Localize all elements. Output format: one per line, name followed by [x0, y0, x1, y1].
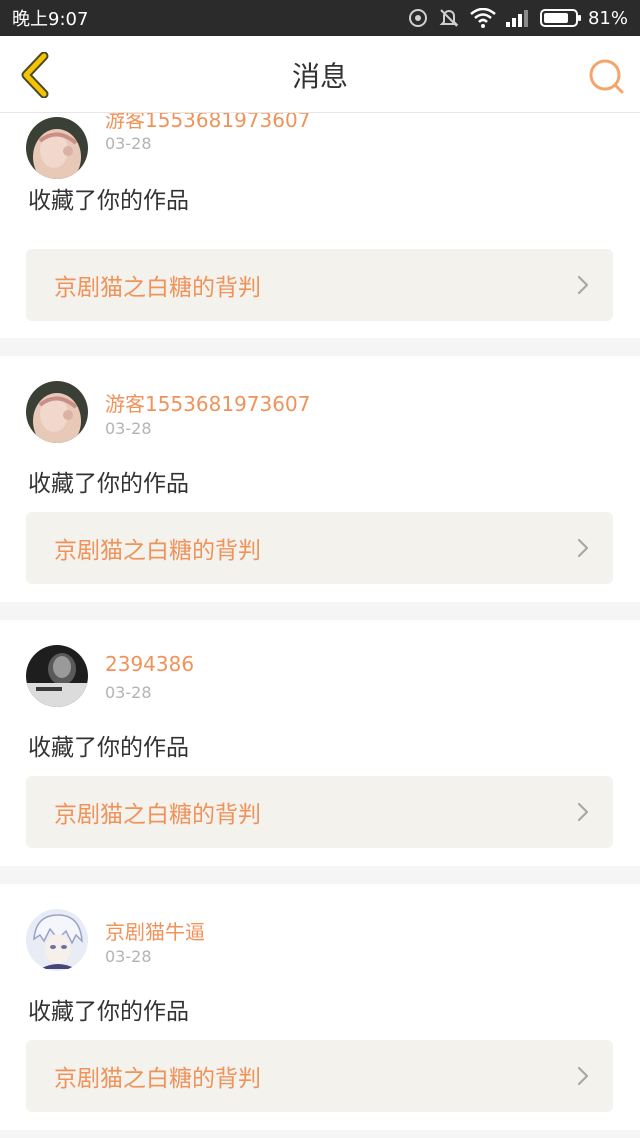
- message-card: 游客1553681973607 03-28 收藏了你的作品 京剧猫之白糖的背判: [0, 113, 640, 338]
- status-icons: 81%: [408, 7, 628, 29]
- nav-bar: 消息: [0, 36, 640, 113]
- mute-bell-icon: [439, 9, 459, 27]
- message-list[interactable]: 游客1553681973607 03-28 收藏了你的作品 京剧猫之白糖的背判 …: [0, 113, 640, 1138]
- page-title: 消息: [291, 59, 348, 93]
- work-title: 京剧猫之白糖的背判: [54, 802, 261, 828]
- avatar-image: [26, 117, 88, 179]
- avatar[interactable]: [26, 381, 88, 443]
- battery-icon: [539, 9, 581, 27]
- message-date: 03-28: [105, 419, 152, 438]
- signal-icon: [505, 10, 528, 27]
- work-link[interactable]: 京剧猫之白糖的背判: [26, 1040, 613, 1112]
- username[interactable]: 游客1553681973607: [105, 113, 310, 133]
- battery: 81%: [539, 7, 628, 29]
- work-link[interactable]: 京剧猫之白糖的背判: [26, 512, 613, 584]
- username[interactable]: 京剧猫牛逼: [105, 916, 205, 945]
- wifi-icon: [470, 8, 496, 28]
- chevron-right-icon: [577, 275, 589, 295]
- chevron-right-icon: [577, 538, 589, 558]
- username[interactable]: 2394386: [105, 652, 194, 676]
- action-text: 收藏了你的作品: [28, 471, 189, 497]
- message-date: 03-28: [105, 683, 152, 702]
- work-title: 京剧猫之白糖的背判: [54, 275, 261, 301]
- avatar-image: [26, 381, 88, 443]
- search-icon: [589, 59, 624, 94]
- message-date: 03-28: [105, 134, 152, 153]
- avatar[interactable]: [26, 645, 88, 707]
- avatar-image: [26, 645, 88, 707]
- chevron-right-icon: [577, 1066, 589, 1086]
- chevron-right-icon: [577, 802, 589, 822]
- avatar-image: [26, 909, 88, 971]
- action-text: 收藏了你的作品: [28, 188, 189, 214]
- work-link[interactable]: 京剧猫之白糖的背判: [26, 249, 613, 321]
- status-time: 晚上9:07: [12, 9, 89, 30]
- hotspot-icon: [408, 9, 427, 27]
- search-button[interactable]: [586, 56, 626, 96]
- message-card: 游客1553681973607 03-28 收藏了你的作品 京剧猫之白糖的背判: [0, 356, 640, 602]
- action-text: 收藏了你的作品: [28, 999, 189, 1025]
- battery-percent: 81%: [587, 7, 628, 29]
- action-text: 收藏了你的作品: [28, 735, 189, 761]
- status-bar: 晚上9:07 81%: [0, 0, 640, 36]
- avatar[interactable]: [26, 117, 88, 179]
- message-date: 03-28: [105, 947, 152, 966]
- username[interactable]: 游客1553681973607: [105, 388, 310, 417]
- work-link[interactable]: 京剧猫之白糖的背判: [26, 776, 613, 848]
- message-card: 2394386 03-28 收藏了你的作品 京剧猫之白糖的背判: [0, 620, 640, 866]
- work-title: 京剧猫之白糖的背判: [54, 1066, 261, 1092]
- work-title: 京剧猫之白糖的背判: [54, 538, 261, 564]
- avatar[interactable]: [26, 909, 88, 971]
- message-card: 京剧猫牛逼 03-28 收藏了你的作品 京剧猫之白糖的背判: [0, 884, 640, 1130]
